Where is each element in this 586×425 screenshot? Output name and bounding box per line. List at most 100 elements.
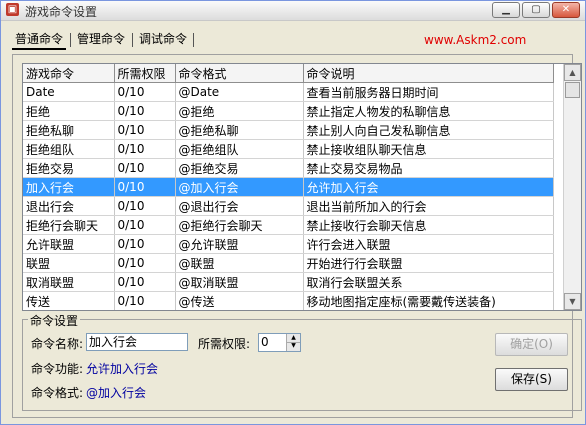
cell-perm: 0/10 xyxy=(114,177,176,197)
table-row[interactable]: 拒绝组队 0/10 @拒绝组队 禁止接收组队聊天信息 xyxy=(23,139,554,159)
cell-format: @拒绝私聊 xyxy=(175,120,304,140)
cell-desc: 许行会进入联盟 xyxy=(303,234,554,254)
cell-format: @联盟 xyxy=(175,253,304,273)
window-title: 游戏命令设置 xyxy=(25,5,98,19)
cell-perm: 0/10 xyxy=(114,196,176,216)
column-header-command[interactable]: 游戏命令 xyxy=(23,64,115,83)
cell-format: @退出行会 xyxy=(175,196,304,216)
table-row[interactable]: Date 0/10 @Date 查看当前服务器日期时间 xyxy=(23,82,554,102)
permission-label: 所需权限: xyxy=(198,337,251,351)
cell-name: 联盟 xyxy=(23,253,115,273)
maximize-icon: ▢ xyxy=(531,4,541,15)
command-function-label: 命令功能: xyxy=(31,362,84,376)
maximize-button[interactable]: ▢ xyxy=(522,2,550,18)
scroll-thumb[interactable] xyxy=(565,82,580,98)
cell-name: 加入行会 xyxy=(23,177,115,197)
table-row[interactable]: 退出行会 0/10 @退出行会 退出当前所加入的行会 xyxy=(23,196,554,216)
table-row[interactable]: 加入行会 0/10 @加入行会 允许加入行会 xyxy=(23,177,554,197)
tab-admin-commands[interactable]: 管理命令 xyxy=(74,31,128,48)
cell-name: 拒绝行会聊天 xyxy=(23,215,115,235)
cell-perm: 0/10 xyxy=(114,215,176,235)
cell-perm: 0/10 xyxy=(114,82,176,102)
cell-desc: 允许加入行会 xyxy=(303,177,554,197)
cell-desc: 禁止别人向自己发私聊信息 xyxy=(303,120,554,140)
column-header-description[interactable]: 命令说明 xyxy=(303,64,554,83)
minimize-button[interactable]: ▁ xyxy=(492,2,520,18)
table-row[interactable]: 传送 0/10 @传送 移动地图指定座标(需要戴传送装备) xyxy=(23,291,554,310)
tab-normal-commands[interactable]: 普通命令 xyxy=(12,31,67,50)
permission-spinner[interactable]: 0 ▲ ▼ xyxy=(258,333,301,352)
table-row[interactable]: 取消联盟 0/10 @取消联盟 取消行会联盟关系 xyxy=(23,272,554,292)
cell-desc: 查看当前服务器日期时间 xyxy=(303,82,554,102)
list-scrollbar[interactable]: ▲ ▼ xyxy=(563,64,581,310)
cell-name: 退出行会 xyxy=(23,196,115,216)
table-row[interactable]: 允许联盟 0/10 @允许联盟 许行会进入联盟 xyxy=(23,234,554,254)
cell-name: 拒绝交易 xyxy=(23,158,115,178)
table-row[interactable]: 拒绝行会聊天 0/10 @拒绝行会聊天 禁止接收行会聊天信息 xyxy=(23,215,554,235)
column-header-permission[interactable]: 所需权限 xyxy=(114,64,176,83)
cell-name: 拒绝私聊 xyxy=(23,120,115,140)
cell-name: 拒绝 xyxy=(23,101,115,121)
arrow-up-icon: ▲ xyxy=(569,68,576,77)
table-header-row: 游戏命令 所需权限 命令格式 命令说明 xyxy=(23,64,554,83)
title-bar[interactable]: ▣ 游戏命令设置 ▁ ▢ ✕ xyxy=(1,1,585,21)
cell-perm: 0/10 xyxy=(114,272,176,292)
cell-perm: 0/10 xyxy=(114,234,176,254)
table-row[interactable]: 拒绝 0/10 @拒绝 禁止指定人物发的私聊信息 xyxy=(23,101,554,121)
scroll-up-button[interactable]: ▲ xyxy=(564,64,581,81)
spin-down-icon[interactable]: ▼ xyxy=(287,342,300,350)
cell-format: @传送 xyxy=(175,291,304,310)
cell-format: @拒绝组队 xyxy=(175,139,304,159)
cell-perm: 0/10 xyxy=(114,139,176,159)
close-button[interactable]: ✕ xyxy=(552,2,580,18)
tab-debug-commands[interactable]: 调试命令 xyxy=(136,31,190,48)
cell-name: 传送 xyxy=(23,291,115,310)
arrow-down-icon: ▼ xyxy=(569,297,576,306)
spinner-buttons: ▲ ▼ xyxy=(286,334,300,351)
cell-perm: 0/10 xyxy=(114,291,176,310)
cell-desc: 禁止交易交易物品 xyxy=(303,158,554,178)
table-row[interactable]: 联盟 0/10 @联盟 开始进行行会联盟 xyxy=(23,253,554,273)
tab-separator xyxy=(193,33,194,47)
command-table: 游戏命令 所需权限 命令格式 命令说明 Date 0/10 @Date 查看当前服务器… xyxy=(23,64,554,310)
tab-separator xyxy=(70,33,71,47)
cell-desc: 禁止接收组队聊天信息 xyxy=(303,139,554,159)
cell-perm: 0/10 xyxy=(114,120,176,140)
cell-format: @拒绝行会聊天 xyxy=(175,215,304,235)
cell-desc: 移动地图指定座标(需要戴传送装备) xyxy=(303,291,554,310)
close-icon: ✕ xyxy=(561,4,571,15)
command-name-label: 命令名称: xyxy=(31,337,84,351)
tab-panel: 游戏命令 所需权限 命令格式 命令说明 Date 0/10 @Date 查看当前服务器… xyxy=(12,54,582,418)
command-function-value: 允许加入行会 xyxy=(86,362,159,376)
command-list[interactable]: 游戏命令 所需权限 命令格式 命令说明 Date 0/10 @Date 查看当前服务器… xyxy=(22,63,582,311)
app-icon: ▣ xyxy=(6,3,19,16)
table-row[interactable]: 拒绝交易 0/10 @拒绝交易 禁止交易交易物品 xyxy=(23,158,554,178)
scroll-down-button[interactable]: ▼ xyxy=(564,293,581,310)
tab-separator xyxy=(132,33,133,47)
cell-format: @取消联盟 xyxy=(175,272,304,292)
group-title: 命令设置 xyxy=(28,312,81,329)
command-format-value: @加入行会 xyxy=(86,386,147,400)
minimize-icon: ▁ xyxy=(502,4,510,15)
cell-format: @允许联盟 xyxy=(175,234,304,254)
cell-desc: 取消行会联盟关系 xyxy=(303,272,554,292)
cell-name: 拒绝组队 xyxy=(23,139,115,159)
cell-format: @拒绝 xyxy=(175,101,304,121)
cell-name: 取消联盟 xyxy=(23,272,115,292)
column-header-format[interactable]: 命令格式 xyxy=(175,64,304,83)
cell-format: @拒绝交易 xyxy=(175,158,304,178)
table-row[interactable]: 拒绝私聊 0/10 @拒绝私聊 禁止别人向自己发私聊信息 xyxy=(23,120,554,140)
command-name-input[interactable]: 加入行会 xyxy=(86,333,188,351)
cell-name: 允许联盟 xyxy=(23,234,115,254)
cell-perm: 0/10 xyxy=(114,253,176,273)
cell-perm: 0/10 xyxy=(114,101,176,121)
permission-value: 0 xyxy=(261,335,269,349)
command-settings-group: 命令设置 命令名称: 加入行会 所需权限: 0 ▲ ▼ 命令功能: 允许加入行会… xyxy=(22,312,582,411)
command-format-label: 命令格式: xyxy=(31,386,84,400)
cell-desc: 禁止指定人物发的私聊信息 xyxy=(303,101,554,121)
cell-perm: 0/10 xyxy=(114,158,176,178)
confirm-button[interactable]: 确定(O) xyxy=(495,333,568,356)
window: ▣ 游戏命令设置 ▁ ▢ ✕ 普通命令 管理命令 调试命令 www.Askm2.… xyxy=(0,0,586,425)
cell-desc: 退出当前所加入的行会 xyxy=(303,196,554,216)
save-button[interactable]: 保存(S) xyxy=(495,368,568,391)
